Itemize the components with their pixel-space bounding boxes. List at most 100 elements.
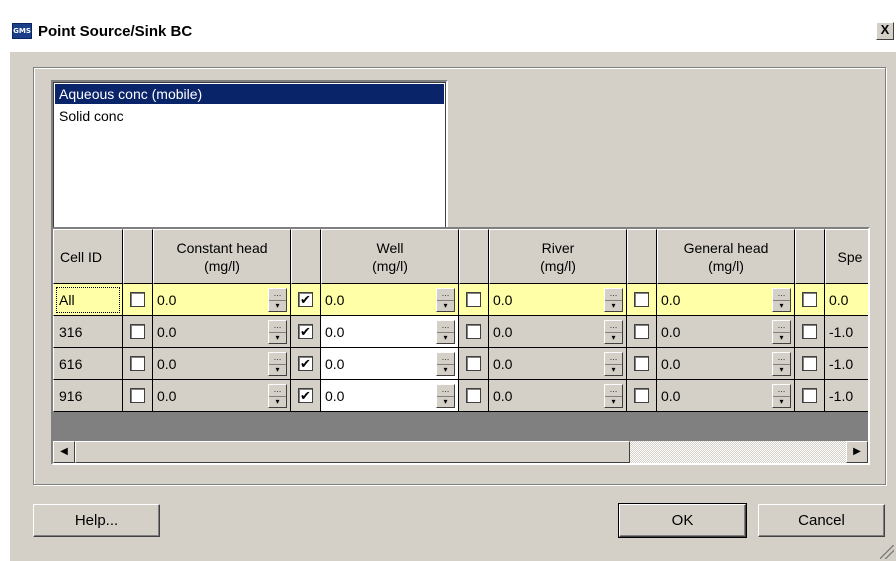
checkbox[interactable] xyxy=(130,292,145,307)
spin-up-icon[interactable]: … xyxy=(269,321,286,332)
row-cell-id[interactable]: 316 xyxy=(53,316,123,348)
spinner-button-icon[interactable]: … ▾ xyxy=(772,352,791,376)
spinner-button-icon[interactable]: … ▾ xyxy=(604,288,623,312)
checkbox[interactable] xyxy=(466,324,481,339)
spin-down-icon[interactable]: ▾ xyxy=(437,332,454,343)
value-cell[interactable]: 0.0 … ▾ xyxy=(657,316,795,348)
header-cell-id[interactable]: Cell ID xyxy=(53,229,123,284)
value-cell[interactable]: 0.0 … ▾ xyxy=(489,348,627,380)
ok-button[interactable]: OK xyxy=(618,503,747,538)
checkbox[interactable] xyxy=(130,388,145,403)
header-spe[interactable]: Spe xyxy=(825,229,868,284)
checkbox[interactable] xyxy=(634,356,649,371)
spin-down-icon[interactable]: ▾ xyxy=(269,300,286,311)
checkbox[interactable] xyxy=(634,388,649,403)
value-cell[interactable]: -1.0 xyxy=(825,380,868,412)
spin-down-icon[interactable]: ▾ xyxy=(605,396,622,407)
spin-down-icon[interactable]: ▾ xyxy=(437,364,454,375)
spin-up-icon[interactable]: … xyxy=(773,321,790,332)
spinner-button-icon[interactable]: … ▾ xyxy=(436,384,455,408)
checkbox[interactable] xyxy=(130,356,145,371)
value-cell[interactable]: 0.0 … ▾ xyxy=(657,348,795,380)
checkbox[interactable]: ✔ xyxy=(298,388,313,403)
help-button[interactable]: Help... xyxy=(33,504,160,537)
checkbox[interactable] xyxy=(634,324,649,339)
spinner-button-icon[interactable]: … ▾ xyxy=(604,384,623,408)
checkbox[interactable]: ✔ xyxy=(298,356,313,371)
spin-down-icon[interactable]: ▾ xyxy=(773,364,790,375)
spin-up-icon[interactable]: … xyxy=(269,289,286,300)
spin-up-icon[interactable]: … xyxy=(605,353,622,364)
spin-down-icon[interactable]: ▾ xyxy=(437,300,454,311)
header-check-2[interactable] xyxy=(291,229,321,284)
scroll-thumb[interactable] xyxy=(75,441,630,463)
header-check-1[interactable] xyxy=(123,229,153,284)
spin-up-icon[interactable]: … xyxy=(773,385,790,396)
checkbox[interactable] xyxy=(634,292,649,307)
value-cell[interactable]: 0.0 … ▾ xyxy=(321,348,459,380)
header-well[interactable]: Well (mg/l) xyxy=(321,229,459,284)
checkbox[interactable] xyxy=(802,292,817,307)
list-item-solid-conc[interactable]: Solid conc xyxy=(55,106,444,126)
spin-down-icon[interactable]: ▾ xyxy=(437,396,454,407)
value-cell[interactable]: -1.0 xyxy=(825,316,868,348)
row-cell-id[interactable]: 616 xyxy=(53,348,123,380)
resize-grip-icon[interactable] xyxy=(880,545,894,559)
value-cell[interactable]: -1.0 xyxy=(825,348,868,380)
scroll-right-arrow-icon[interactable]: ▶ xyxy=(846,441,868,463)
header-check-3[interactable] xyxy=(459,229,489,284)
spin-down-icon[interactable]: ▾ xyxy=(605,332,622,343)
close-button[interactable]: X xyxy=(876,22,894,40)
cancel-button[interactable]: Cancel xyxy=(758,504,885,537)
spin-down-icon[interactable]: ▾ xyxy=(269,364,286,375)
spin-down-icon[interactable]: ▾ xyxy=(773,332,790,343)
spinner-button-icon[interactable]: … ▾ xyxy=(268,320,287,344)
spin-up-icon[interactable]: … xyxy=(437,321,454,332)
spin-down-icon[interactable]: ▾ xyxy=(605,364,622,375)
value-cell[interactable]: 0.0 … ▾ xyxy=(153,316,291,348)
spinner-button-icon[interactable]: … ▾ xyxy=(268,288,287,312)
header-check-5[interactable] xyxy=(795,229,825,284)
header-check-4[interactable] xyxy=(627,229,657,284)
spinner-button-icon[interactable]: … ▾ xyxy=(772,288,791,312)
spinner-button-icon[interactable]: … ▾ xyxy=(436,320,455,344)
spinner-button-icon[interactable]: … ▾ xyxy=(268,384,287,408)
value-cell[interactable]: 0.0 … ▾ xyxy=(321,284,459,316)
checkbox[interactable] xyxy=(466,388,481,403)
checkbox[interactable] xyxy=(466,292,481,307)
spin-down-icon[interactable]: ▾ xyxy=(773,300,790,311)
checkbox[interactable]: ✔ xyxy=(298,324,313,339)
checkbox[interactable] xyxy=(802,356,817,371)
spinner-button-icon[interactable]: … ▾ xyxy=(268,352,287,376)
row-cell-id[interactable]: All xyxy=(53,284,123,316)
spin-up-icon[interactable]: … xyxy=(605,385,622,396)
spin-up-icon[interactable]: … xyxy=(773,353,790,364)
value-cell[interactable]: 0.0 … ▾ xyxy=(489,316,627,348)
spin-up-icon[interactable]: … xyxy=(773,289,790,300)
spinner-button-icon[interactable]: … ▾ xyxy=(604,320,623,344)
checkbox[interactable] xyxy=(130,324,145,339)
value-cell[interactable]: 0.0 … ▾ xyxy=(489,284,627,316)
header-river[interactable]: River (mg/l) xyxy=(489,229,627,284)
bc-grid[interactable]: Cell ID Constant head (mg/l) Well (mg/l) R… xyxy=(51,227,870,465)
spin-up-icon[interactable]: … xyxy=(437,289,454,300)
value-cell[interactable]: 0.0 … ▾ xyxy=(657,380,795,412)
checkbox[interactable] xyxy=(802,324,817,339)
checkbox[interactable] xyxy=(466,356,481,371)
value-cell[interactable]: 0.0 xyxy=(825,284,868,316)
value-cell[interactable]: 0.0 … ▾ xyxy=(153,380,291,412)
spin-up-icon[interactable]: … xyxy=(437,385,454,396)
list-item-aqueous-conc[interactable]: Aqueous conc (mobile) xyxy=(55,84,444,104)
value-cell[interactable]: 0.0 … ▾ xyxy=(489,380,627,412)
spinner-button-icon[interactable]: … ▾ xyxy=(772,384,791,408)
value-cell[interactable]: 0.0 … ▾ xyxy=(153,284,291,316)
spinner-button-icon[interactable]: … ▾ xyxy=(436,288,455,312)
spinner-button-icon[interactable]: … ▾ xyxy=(604,352,623,376)
spinner-button-icon[interactable]: … ▾ xyxy=(772,320,791,344)
spin-up-icon[interactable]: … xyxy=(269,385,286,396)
value-cell[interactable]: 0.0 … ▾ xyxy=(657,284,795,316)
value-cell[interactable]: 0.0 … ▾ xyxy=(321,380,459,412)
horizontal-scrollbar[interactable]: ◀ ▶ xyxy=(53,441,868,463)
spin-down-icon[interactable]: ▾ xyxy=(605,300,622,311)
spin-up-icon[interactable]: … xyxy=(269,353,286,364)
